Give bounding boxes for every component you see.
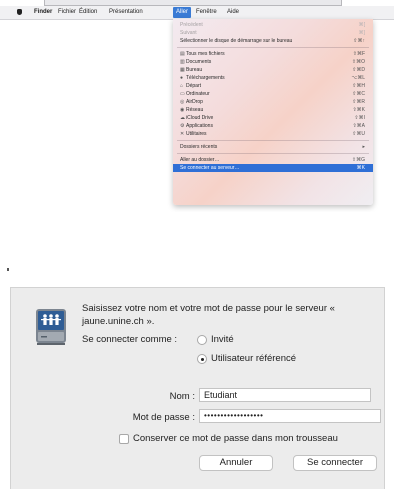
menu-item-shortcut: ⌥⌘L: [351, 75, 365, 81]
menu-item-shortcut: ⇧⌘F: [352, 51, 365, 57]
registered-user-radio-label[interactable]: Utilisateur référencé: [211, 353, 296, 364]
menu-item-label: ● Téléchargements: [180, 74, 225, 82]
menu-item-label: ⚙ Applications: [180, 122, 213, 130]
guest-radio-label[interactable]: Invité: [211, 334, 234, 345]
menu-item-label: ☁iCloud Drive: [180, 114, 213, 122]
menu-item-shortcut: ⇧⌘G: [351, 157, 365, 163]
menu-item-label: ▥Documents: [180, 58, 211, 66]
remember-password-label[interactable]: Conserver ce mot de passe dans mon trous…: [133, 433, 338, 444]
menu-aide[interactable]: Aide: [224, 7, 242, 18]
go-menu-item-airdrop[interactable]: ◎ AirDrop ⇧⌘R: [173, 98, 373, 106]
go-menu-item-se-connecter-au-serveur[interactable]: Se connecter au serveur… ⌘K: [173, 164, 373, 172]
connect-button[interactable]: Se connecter: [293, 455, 377, 471]
prompt-text: Saisissez votre nom et votre mot de pass…: [82, 303, 335, 327]
go-menu-item-dossiers-recents[interactable]: Dossiers récents ▸: [173, 143, 373, 151]
menu-item-text: Applications: [186, 123, 213, 129]
menu-item-label: ◉ Réseau: [180, 106, 203, 114]
menu-item-shortcut: ⌘]: [358, 30, 365, 36]
go-menu-item-bureau[interactable]: ▦Bureau ⇧⌘D: [173, 66, 373, 74]
menu-item-shortcut: ⌘[: [358, 22, 365, 28]
menu-item-label: Précédent: [180, 21, 203, 29]
menu-separator: [177, 140, 369, 141]
menu-bar: Finder Fichier Édition Présentation Alle…: [0, 6, 394, 20]
registered-user-radio[interactable]: [197, 354, 207, 364]
menu-fenetre[interactable]: Fenêtre: [193, 7, 220, 18]
name-label: Nom :: [169, 391, 195, 402]
menu-item-text: Téléchargements: [186, 75, 225, 81]
go-menu-dropdown: Précédent ⌘[ Suivant ⌘] Sélectionner le disq…: [173, 19, 373, 205]
menu-item-label: Aller au dossier…: [180, 156, 219, 164]
go-menu-item-icloud-drive[interactable]: ☁iCloud Drive ⇧⌘I: [173, 114, 373, 122]
go-menu-item-tous-mes-fichiers[interactable]: ▤Tous mes fichiers ⇧⌘F: [173, 50, 373, 58]
menu-item-label: Se connecter au serveur…: [180, 164, 239, 172]
menu-item-shortcut: ⇧⌘O: [351, 59, 365, 65]
menu-presentation[interactable]: Présentation: [106, 7, 146, 18]
menu-item-label: ⌂ Départ: [180, 82, 201, 90]
password-field[interactable]: ••••••••••••••••••: [199, 409, 381, 423]
menu-item-shortcut: ⇧⌘H: [352, 83, 365, 89]
go-menu-item-aller-au-dossier[interactable]: Aller au dossier… ⇧⌘G: [173, 156, 373, 164]
menu-item-text: Suivant: [180, 30, 197, 36]
menu-item-text: Documents: [186, 59, 212, 65]
finder-screen: Finder Fichier Édition Présentation Alle…: [0, 0, 394, 212]
go-menu-item-documents[interactable]: ▥Documents ⇧⌘O: [173, 58, 373, 66]
password-label: Mot de passe :: [132, 412, 195, 423]
menu-item-shortcut: ⇧⌘I: [354, 115, 365, 121]
menu-item-shortcut: ▸: [362, 144, 365, 150]
menu-item-text: Sélectionner le disque de démarrage sur …: [180, 38, 293, 44]
menu-item-text: Réseau: [186, 107, 204, 113]
menu-item-text: Dossiers récents: [180, 144, 218, 150]
go-menu-item-precedent: Précédent ⌘[: [173, 21, 373, 29]
menu-item-shortcut: ⇧⌘R: [352, 99, 365, 105]
menu-item-shortcut: ⇧⌘U: [352, 131, 365, 137]
menu-item-text: AirDrop: [186, 99, 203, 105]
menu-item-shortcut: ⇧⌘C: [352, 91, 365, 97]
go-menu-item-utilitaires[interactable]: ✕ Utilitaires ⇧⌘U: [173, 130, 373, 138]
menu-item-text: Bureau: [186, 67, 203, 73]
connect-server-dialog: Saisissez votre nom et votre mot de pass…: [10, 287, 385, 489]
go-menu-item-suivant: Suivant ⌘]: [173, 29, 373, 37]
go-menu-item-ordinateur[interactable]: ▭Ordinateur ⇧⌘C: [173, 90, 373, 98]
menu-item-text: Aller au dossier…: [180, 157, 220, 163]
file-server-icon: [36, 309, 66, 345]
menu-item-text: Tous mes fichiers: [186, 51, 225, 57]
connect-as-label: Se connecter comme :: [82, 334, 178, 345]
go-menu-item-depart[interactable]: ⌂ Départ ⇧⌘H: [173, 82, 373, 90]
menu-item-shortcut: ⌘K: [356, 165, 365, 171]
menu-item-label: Dossiers récents: [180, 143, 217, 151]
cancel-button[interactable]: Annuler: [199, 455, 273, 471]
menu-item-shortcut: ⇧⌘D: [352, 67, 365, 73]
remember-password-checkbox[interactable]: [119, 434, 129, 444]
menu-item-label: ✕ Utilitaires: [180, 130, 207, 138]
menu-item-text: Se connecter au serveur…: [180, 165, 240, 171]
menu-item-text: Départ: [186, 83, 202, 89]
menu-item-shortcut: ⇧⌘K: [352, 107, 365, 113]
go-menu-item-telechargements[interactable]: ● Téléchargements ⌥⌘L: [173, 74, 373, 82]
window-corner-mark: [7, 268, 9, 271]
menu-item-label: ◎ AirDrop: [180, 98, 203, 106]
apple-icon[interactable]: [17, 9, 22, 15]
menu-edition[interactable]: Édition: [76, 7, 100, 18]
menu-item-label: ▤Tous mes fichiers: [180, 50, 225, 58]
menu-item-text: Ordinateur: [186, 91, 210, 97]
menu-item-label: ▭Ordinateur: [180, 90, 210, 98]
menu-separator: [177, 153, 369, 154]
menu-item-shortcut: ⇧⌘↑: [353, 38, 365, 44]
menu-separator: [177, 47, 369, 48]
guest-radio[interactable]: [197, 335, 207, 345]
go-menu-item-reseau[interactable]: ◉ Réseau ⇧⌘K: [173, 106, 373, 114]
go-menu-item-applications[interactable]: ⚙ Applications ⇧⌘A: [173, 122, 373, 130]
menu-item-label: ▦Bureau: [180, 66, 202, 74]
menu-item-label: Sélectionner le disque de démarrage sur …: [180, 37, 292, 45]
menu-item-text: Utilitaires: [186, 131, 207, 137]
go-menu-item-selectionner-le-disque-de-demarrage-sur-le-bureau[interactable]: Sélectionner le disque de démarrage sur …: [173, 37, 373, 45]
menu-item-text: iCloud Drive: [186, 115, 214, 121]
menu-aller[interactable]: Aller: [173, 7, 192, 18]
menu-item-shortcut: ⇧⌘A: [352, 123, 365, 129]
name-field[interactable]: Etudiant: [199, 388, 371, 402]
menu-item-label: Suivant: [180, 29, 197, 37]
menu-item-text: Précédent: [180, 22, 203, 28]
menu-finder[interactable]: Finder: [31, 7, 55, 18]
